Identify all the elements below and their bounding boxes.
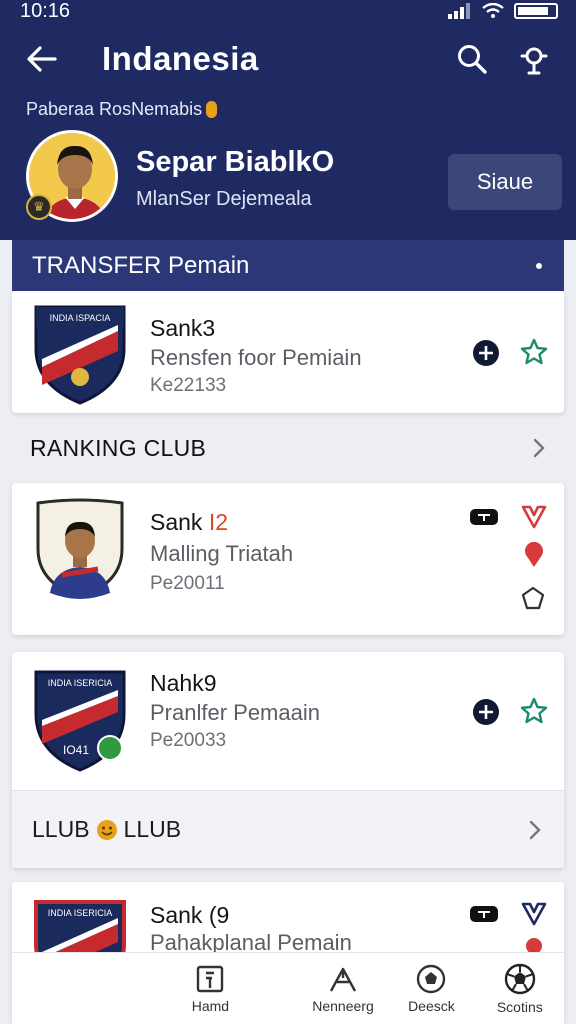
coin-icon <box>206 101 218 118</box>
plus-circle-icon <box>473 340 499 366</box>
crest-text: INDIA ISERICIA <box>48 678 113 688</box>
ticket-icon <box>470 906 498 922</box>
nav-item-ranking[interactable]: Nenneerg <box>299 953 387 1024</box>
nav-label: Hamd <box>191 997 230 1014</box>
pin-icon <box>525 542 543 567</box>
shield-icon <box>521 505 547 529</box>
nav-label: Scotins <box>496 998 543 1015</box>
club-crest-icon: INDIA ISPACIA <box>34 305 126 405</box>
club-section[interactable]: LLUB LLUB <box>12 790 564 868</box>
transfer-card[interactable]: INDIA ISPACIA Sank3 Rensfen foor Pemiain… <box>12 291 564 413</box>
card-meta: Pe20033 <box>150 730 227 751</box>
shield-button[interactable] <box>518 900 550 928</box>
settings-icon <box>520 47 548 75</box>
pentagon-button[interactable] <box>518 583 548 613</box>
add-button[interactable] <box>470 696 502 728</box>
status-bar: 10:16 <box>0 0 576 22</box>
search-button[interactable] <box>450 37 494 81</box>
profile-caption: Paberaa RosNemabis <box>26 99 218 120</box>
status-icons <box>448 3 558 19</box>
nav-item-scores[interactable]: Scotins <box>476 953 564 1024</box>
bottom-nav: Hamd Nenneerg Deesck Scotins <box>12 952 564 1024</box>
app-bar: Indanesia <box>0 22 576 96</box>
card-meta: Ke22133 <box>150 375 227 396</box>
transfer-section-title: TRANSFER Pemain <box>32 251 250 279</box>
chevron-right-icon <box>529 820 541 839</box>
card-subtitle: Rensfen foor Pemiain <box>150 345 362 370</box>
location-button[interactable] <box>522 934 546 954</box>
card-title: Sank (9 <box>150 902 230 928</box>
transfer-section-header[interactable]: TRANSFER Pemain <box>12 240 564 291</box>
crest-text: INDIA ISERICIA <box>48 908 113 918</box>
card-title: Sank3 <box>150 315 216 341</box>
nav-label: Deesck <box>408 997 455 1014</box>
ticket-icon <box>470 509 498 525</box>
card-title: Nahk9 <box>150 670 217 696</box>
profile-name: Separ BiablkO <box>136 146 335 178</box>
search-icon <box>458 45 487 74</box>
football-icon <box>504 963 536 994</box>
shield-icon <box>521 902 547 926</box>
settings-button[interactable] <box>512 37 556 81</box>
club-crest-icon: INDIA ISERICIA IO41 <box>34 670 126 772</box>
home-icon <box>197 965 224 992</box>
star-icon <box>520 338 548 365</box>
ranking-card[interactable]: Sank I2 Malling Triatah Pe20011 <box>12 483 564 635</box>
ranking-icon <box>329 967 357 992</box>
star-icon <box>520 697 548 724</box>
add-button[interactable] <box>470 337 502 369</box>
card-meta: Pe20011 <box>150 573 225 594</box>
profile-action-button[interactable]: Siaue <box>448 154 562 210</box>
profile-banner: Paberaa RosNemabis ♛ Separ BiablkO MlanS… <box>0 96 576 240</box>
signal-icon <box>448 3 470 19</box>
battery-icon <box>514 3 558 19</box>
ticket-button[interactable] <box>468 902 500 926</box>
ranking-club-section[interactable]: RANKING CLUB <box>0 418 576 478</box>
page-title: Indanesia <box>102 40 259 77</box>
favorite-button[interactable] <box>518 694 550 728</box>
smiley-icon <box>96 819 117 840</box>
nav-item-desk[interactable]: Deesck <box>387 953 475 1024</box>
card-title: Sank I2 <box>150 509 229 535</box>
location-button[interactable] <box>520 541 548 569</box>
crest-label: IO41 <box>63 743 89 757</box>
more-dot-icon[interactable] <box>536 262 542 269</box>
crest-text: INDIA ISPACIA <box>50 313 111 323</box>
pin-icon <box>526 938 542 954</box>
section-title: RANKING CLUB <box>30 434 207 461</box>
profile-subtitle: MlanSer Dejemeala <box>136 188 312 210</box>
ticket-button[interactable] <box>468 505 500 529</box>
pentagon-icon <box>521 586 545 610</box>
plus-circle-icon <box>473 699 499 725</box>
crest-badge-icon: ♛ <box>26 194 52 220</box>
chevron-right-icon <box>533 438 545 458</box>
player-crest-icon <box>36 498 124 599</box>
wifi-icon <box>482 3 504 18</box>
nav-label: Nenneerg <box>312 997 374 1014</box>
nav-item-home[interactable]: Hamd <box>12 953 299 1024</box>
status-time: 10:16 <box>20 0 71 22</box>
card-subtitle: Malling Triatah <box>150 541 294 566</box>
favorite-button[interactable] <box>518 335 550 369</box>
shield-button[interactable] <box>518 503 550 531</box>
transfer-card[interactable]: INDIA ISERICIA IO41 Nahk9 Pranlfer Pemaa… <box>12 652 564 868</box>
arrow-left-icon <box>27 46 57 72</box>
back-button[interactable] <box>20 37 64 81</box>
card-subtitle: Pranlfer Pemaain <box>150 700 320 725</box>
club-section-title: LLUB LLUB <box>32 816 182 842</box>
ball-icon <box>417 964 446 993</box>
